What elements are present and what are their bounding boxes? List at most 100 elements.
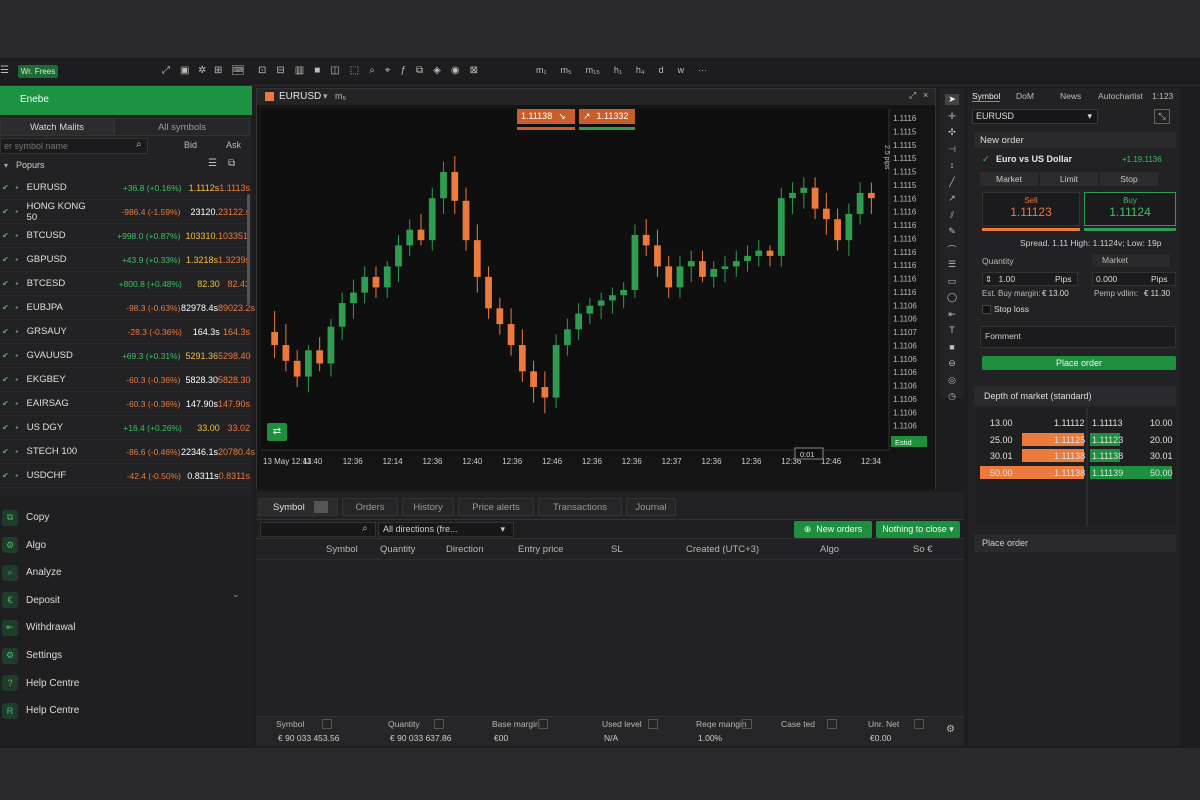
column-header[interactable]: So € [913,544,933,555]
column-header[interactable]: Entry price [518,544,563,555]
layout-icon[interactable]: ▣ [180,65,189,76]
tab-1-123[interactable]: 1:123 [1152,91,1173,101]
channel-icon[interactable]: ⫽ [945,210,959,221]
tab-price-alerts[interactable]: Price alerts [458,498,534,516]
trade-icon[interactable]: ⇄ [267,423,287,441]
timeframe-option[interactable]: h₄ [636,65,645,75]
dom-bid-price[interactable]: 1.11138 [1054,466,1085,480]
chart-timeframe[interactable]: m₅ [335,91,346,101]
chart-symbol[interactable]: EURUSD [279,91,321,102]
zoom-in-icon[interactable]: ⌖ [385,65,391,76]
candle-body[interactable] [699,261,706,277]
check-icon[interactable]: ✔ [2,279,13,288]
menu-icon[interactable]: ☰ [0,65,9,76]
candle-body[interactable] [732,261,740,267]
candle-body[interactable] [518,345,526,372]
dom-ask-price[interactable]: 1.11139 [1092,466,1123,480]
candle-body[interactable] [316,350,324,364]
check-icon[interactable]: ✔ [2,423,13,432]
check-icon[interactable]: ✔ [2,447,13,456]
candle-body[interactable] [597,300,605,306]
column-header[interactable]: Algo [820,544,839,555]
menu-item-analyze[interactable]: ⌕ Analyze [0,559,250,586]
zoom-icon[interactable]: ⌕ [369,65,375,76]
chevron-down-icon[interactable]: ▾ [323,91,328,102]
sell-button[interactable]: Sell 1.11123 [982,192,1080,226]
timeframe-option[interactable]: w [678,65,685,75]
watchlist-row[interactable]: ✔ ▪ EKGBEY -60.3 (-0.36%) 5828.30 5828.30 [0,368,251,392]
tab-journal[interactable]: Journal [626,498,676,516]
timeframe-option[interactable]: d [659,65,664,75]
collapse-icon[interactable]: ⤡ [1154,109,1170,124]
account-badge[interactable]: Wr. Frees [18,65,58,78]
watchlist-row[interactable]: ✔ ▪ GRSAUY -28.3 (-0.36%) 164.3s 164.3s [0,320,250,344]
dom-ask-qty[interactable]: 30.01 [1150,449,1173,463]
comment-field[interactable]: Fomment [980,326,1176,348]
candle-body[interactable] [642,234,650,246]
candle-body[interactable] [845,213,853,241]
info-icon[interactable] [434,719,444,729]
candle-body[interactable] [496,308,504,325]
place-order-button[interactable]: Place order [982,356,1176,370]
text-icon[interactable]: T [945,325,959,335]
dom-ask-qty[interactable]: 20.00 [1150,433,1173,447]
candle-body[interactable] [293,360,301,377]
info-icon[interactable] [827,719,837,729]
timeframe-option[interactable]: m₅ [561,65,572,75]
layers-icon[interactable]: ◈ [433,65,441,76]
candle-body[interactable] [777,198,785,256]
dom-bid-qty[interactable]: 30.01 [990,449,1013,463]
check-icon[interactable]: ✔ [2,303,13,312]
candle-body[interactable] [485,276,492,309]
candle-body[interactable] [428,198,436,241]
column-header[interactable]: Direction [446,544,484,555]
candle-body[interactable] [575,313,583,330]
candle-body[interactable] [586,305,594,314]
candle-body[interactable] [361,276,369,293]
dom-ask-qty[interactable]: 50.00 [1150,466,1173,480]
candle-body[interactable] [541,387,549,398]
candle-body[interactable] [563,329,571,346]
cross-icon[interactable]: ✣ [945,127,959,138]
buy-price-tag[interactable]: ↗ 1.11332 [579,109,635,124]
candle-body[interactable] [744,255,751,262]
watchlist-row[interactable]: ✔ ▪ GBPUSD +43.9 (+0.33%) 1.3218s 1.3239s [0,248,250,272]
candle-body[interactable] [350,292,357,304]
eye-icon[interactable]: ◉ [451,65,460,76]
watchlist-row[interactable]: ✔ ▪ GVAUUSD +69.3 (+0.31%) 5291.36 5298.40 [0,344,251,368]
horizontal-line-icon[interactable]: ⊣ [945,144,959,155]
cursor-icon[interactable]: ➤ [945,94,959,105]
candle-body[interactable] [834,219,841,241]
candle-body[interactable] [867,192,875,199]
candle-body[interactable] [440,171,447,199]
grid-icon[interactable]: ⊞ [214,65,222,76]
chevron-down-icon[interactable]: ⌄ [232,589,240,600]
tab-history[interactable]: History [402,498,454,516]
rectangle-icon[interactable]: ▭ [945,276,959,287]
watchlist-row[interactable]: ✔ ▪ US DGY +16.4 (+0.26%) 33.00 33.02 [0,416,250,440]
active-section-header[interactable]: Enebe [0,86,252,115]
timeframe-option[interactable]: h₁ [614,65,622,75]
bar-icon[interactable]: ■ [314,65,320,76]
close-icon[interactable]: × [923,90,928,100]
eye-icon[interactable]: ◎ [945,375,959,386]
check-icon[interactable]: ✔ [2,207,13,216]
maximize-icon[interactable]: ⤢ [909,90,916,101]
buy-button[interactable]: Buy 1.11124 [1084,192,1176,226]
list-icon[interactable]: ☰ [208,158,217,169]
brush-icon[interactable]: ⌒ [945,243,959,256]
candle-body[interactable] [383,266,391,288]
candle-body[interactable] [372,276,380,288]
info-icon[interactable] [914,719,924,729]
candle-body[interactable] [665,266,673,288]
order-type-stop[interactable]: Stop [1100,172,1158,186]
watchlist-row[interactable]: ✔ ▪ USDCHF -42.4 (-0.50%) 0.8311s 0.8311s [0,464,250,488]
candle-body[interactable] [811,187,819,209]
menu-item-help-centre[interactable]: R Help Centre [0,697,250,724]
info-icon[interactable] [742,719,752,729]
candle-body[interactable] [552,345,560,398]
scrollbar[interactable] [247,194,250,304]
candle-body[interactable] [620,289,628,296]
tab-close-icon[interactable] [314,501,328,513]
dom-bid-qty[interactable]: 25.00 [990,433,1013,447]
